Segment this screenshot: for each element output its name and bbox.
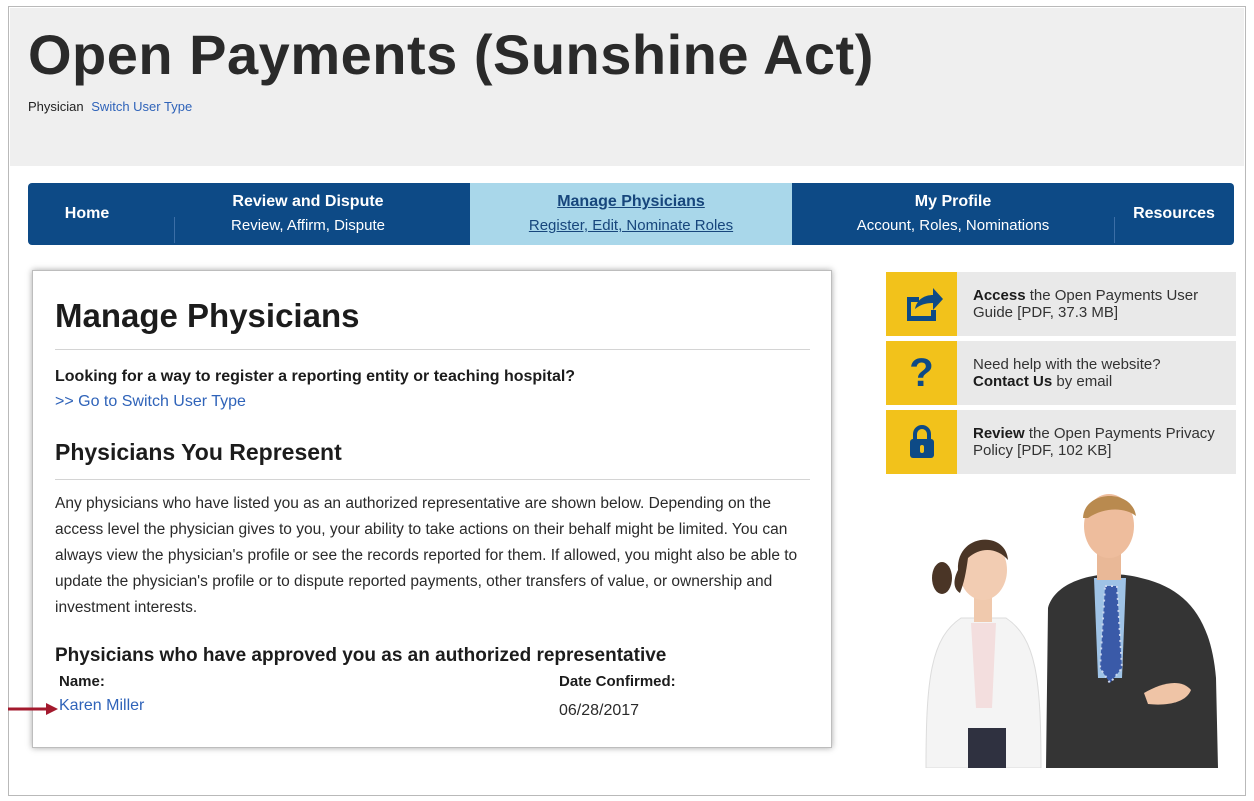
contact-us-text: Need help with the website? Contact Us b… [973,356,1228,390]
nav-review-dispute[interactable]: Review and Dispute Review, Affirm, Dispu… [146,183,470,245]
user-guide-box[interactable]: Access the Open Payments User Guide [PDF… [886,272,1236,336]
goto-switch-user-type-link[interactable]: >> Go to Switch User Type [55,393,246,411]
contact-us-bold: Contact Us [973,373,1053,390]
physician-name-link[interactable]: Karen Miller [59,697,144,715]
user-type-line: Physician Switch User Type [28,99,192,114]
section-description: Any physicians who have listed you as an… [55,495,798,616]
contact-us-question: Need help with the website? [973,356,1161,373]
privacy-policy-text: Review the Open Payments Privacy Policy … [973,425,1228,459]
manage-physicians-panel: Manage Physicians Looking for a way to r… [32,270,832,748]
privacy-policy-box[interactable]: Review the Open Payments Privacy Policy … [886,410,1236,474]
approved-heading: Physicians who have approved you as an a… [55,645,667,666]
name-column-header: Name: [59,673,105,690]
user-guide-text: Access the Open Payments User Guide [PDF… [973,287,1228,321]
section-divider [55,479,810,480]
date-confirmed-column-header: Date Confirmed: [559,673,676,690]
callout-arrow-icon [8,703,58,715]
nav-home[interactable]: Home [28,183,146,245]
section-title: Physicians You Represent [55,439,342,465]
nav-resources-label: Resources [1133,205,1215,222]
nav-my-profile[interactable]: My Profile Account, Roles, Nominations [792,183,1114,245]
register-question: Looking for a way to register a reportin… [55,368,576,385]
physicians-photo [925,494,1218,768]
contact-us-box[interactable]: ? Need help with the website? Contact Us… [886,341,1236,405]
date-confirmed-value: 06/28/2017 [559,702,640,719]
privacy-policy-bold: Review [973,425,1025,442]
nav-manage-title: Manage Physicians [557,193,705,210]
switch-user-type-link[interactable]: Switch User Type [91,99,192,114]
nav-profile-subtitle: Account, Roles, Nominations [856,217,1050,234]
main-nav: Home Review and Dispute Review, Affirm, … [28,183,1234,245]
contact-us-label: by email [1052,373,1113,390]
user-type-label: Physician [28,99,84,114]
question-icon: ? [886,341,957,405]
nav-profile-title: My Profile [914,193,992,210]
nav-home-label: Home [64,205,110,222]
nav-resources[interactable]: Resources [1114,183,1234,245]
app-title: Open Payments (Sunshine Act) [28,23,874,86]
nav-review-title: Review and Dispute [232,193,384,210]
nav-review-subtitle: Review, Affirm, Dispute [231,217,385,234]
nav-manage-subtitle: Register, Edit, Nominate Roles [528,217,734,234]
user-guide-bold: Access [973,287,1026,304]
title-divider [55,349,810,350]
share-icon [886,272,957,336]
nav-manage-physicians[interactable]: Manage Physicians Register, Edit, Nomina… [470,183,792,245]
lock-icon [886,410,957,474]
page-title: Manage Physicians [55,297,360,334]
